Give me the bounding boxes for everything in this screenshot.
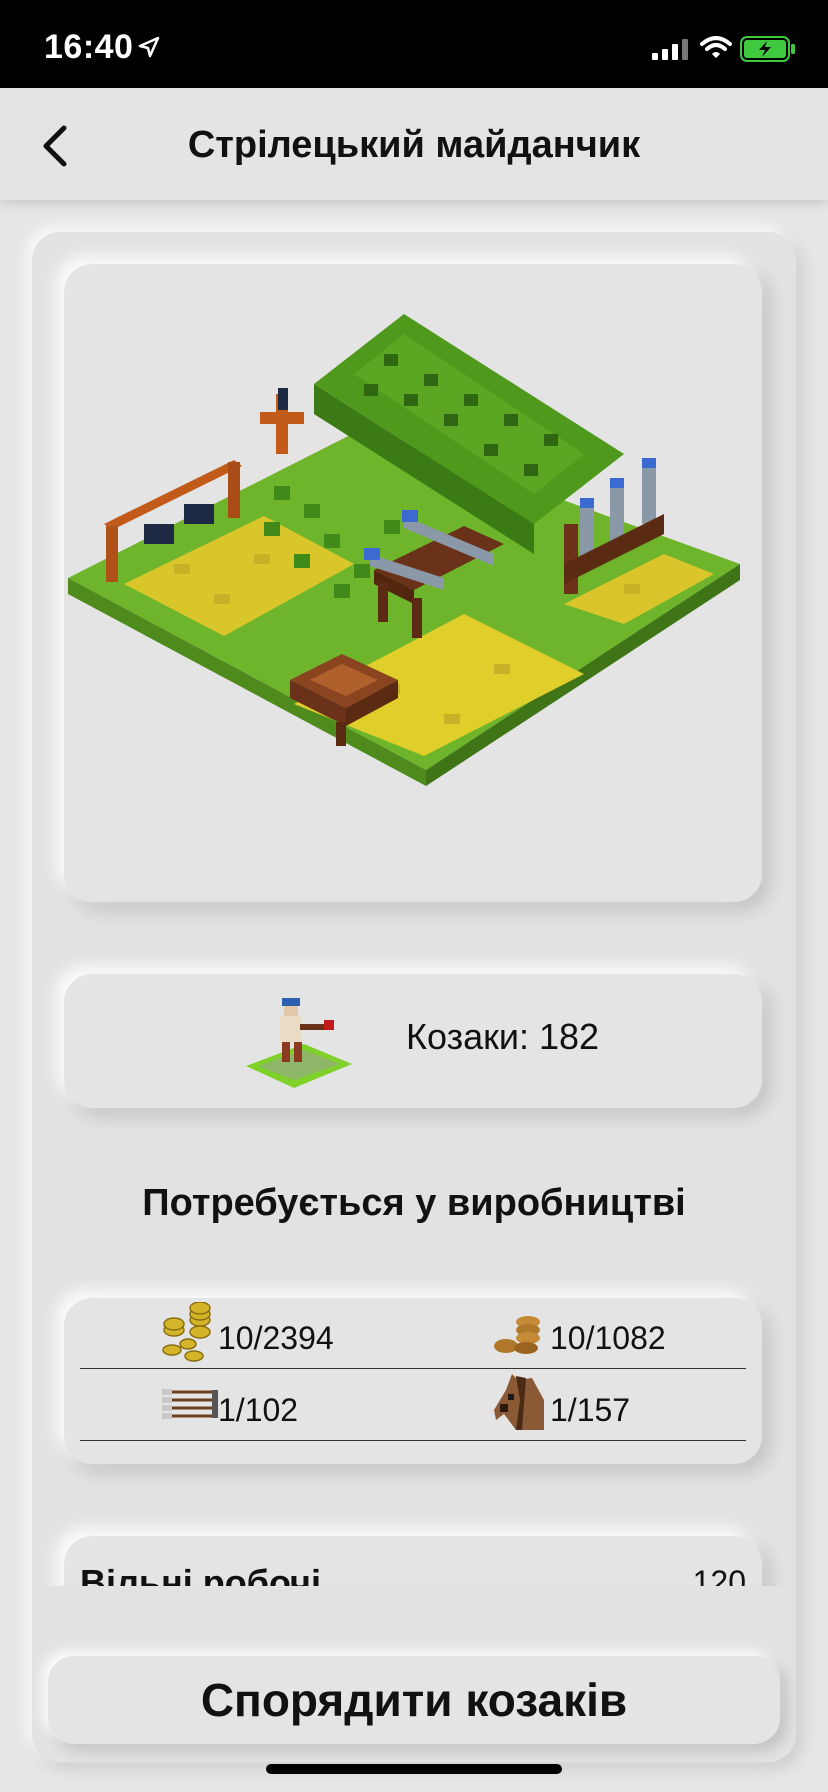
resource-value: 1/157 <box>550 1392 631 1428</box>
battery-charging-icon <box>740 36 795 62</box>
resource-value: 10/2394 <box>218 1320 334 1356</box>
resources-card: 10/2394 10/1082 1/102 1/157 <box>64 1298 762 1464</box>
location-arrow-icon <box>138 36 160 58</box>
resource-value: 1/102 <box>218 1392 299 1428</box>
resource-value: 10/1082 <box>550 1320 666 1356</box>
home-indicator <box>266 1764 562 1774</box>
arrows-icon <box>162 1389 218 1419</box>
building-image-card <box>64 264 762 902</box>
status-bar: 16:40 <box>0 0 828 88</box>
section-title: Потребується у виробництві <box>142 1182 686 1224</box>
equip-cossacks-button[interactable]: Спорядити козаків <box>48 1656 780 1744</box>
cossacks-count-card: Козаки: 182 <box>64 974 762 1108</box>
bread-icon <box>494 1316 540 1354</box>
main-panel: Козаки: 182 Потребується у виробництві 1… <box>32 232 796 1762</box>
cellular-signal-icon <box>652 39 688 60</box>
coins-icon <box>162 1302 211 1362</box>
shooting-range-illustration <box>68 314 740 786</box>
resource-row: 10/2394 10/1082 <box>80 1298 746 1369</box>
status-time: 16:40 <box>44 28 134 66</box>
cossacks-count-text: Козаки: 182 <box>406 1016 600 1057</box>
horse-icon <box>494 1374 544 1430</box>
wifi-icon <box>700 36 732 58</box>
page-title: Стрілецький майданчик <box>187 124 641 166</box>
resource-row: 1/102 1/157 <box>80 1370 746 1441</box>
navigation-bar: Стрілецький майданчик <box>0 88 828 200</box>
cossack-soldier-icon <box>246 998 352 1088</box>
